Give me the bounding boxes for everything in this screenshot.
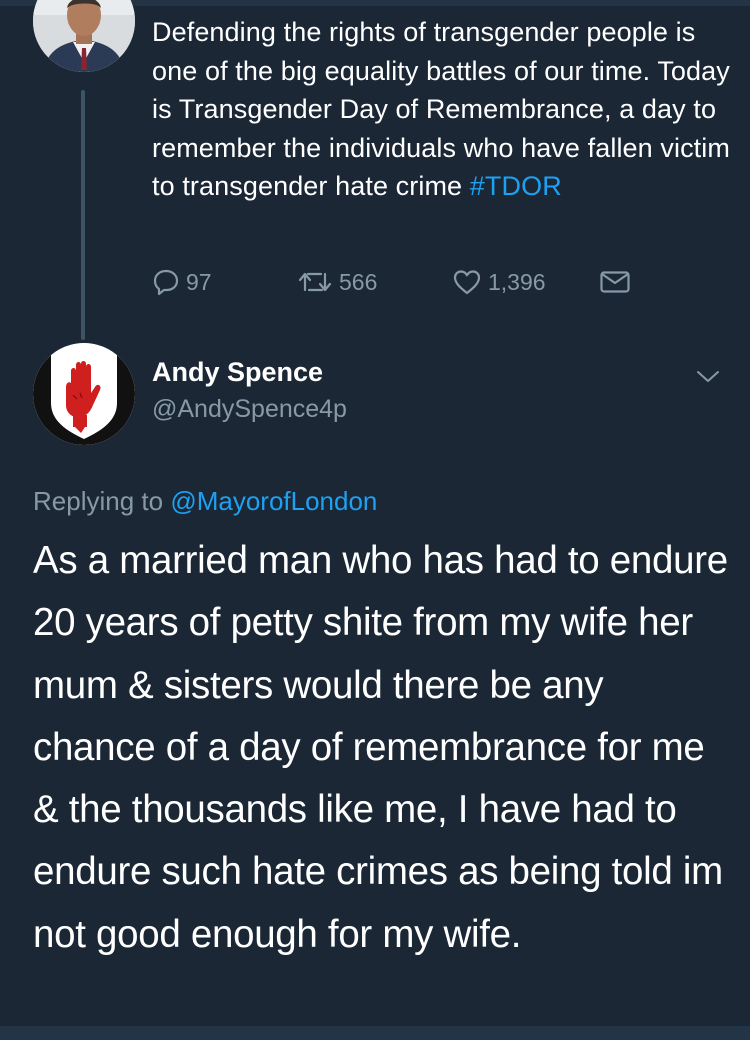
heart-icon: [452, 268, 482, 296]
hashtag-link[interactable]: #TDOR: [470, 171, 562, 201]
envelope-icon: [599, 268, 631, 296]
like-button[interactable]: 1,396: [452, 264, 546, 300]
author-handle[interactable]: @AndySpence4p: [152, 395, 347, 424]
author-name[interactable]: Andy Spence: [152, 357, 323, 388]
reply-count: 97: [186, 268, 212, 295]
reply-tweet-text: As a married man who has had to endure 2…: [33, 539, 728, 956]
like-count: 1,396: [488, 268, 546, 295]
profile-photo: [33, 0, 135, 72]
replying-label: Replying to: [33, 486, 171, 516]
message-button[interactable]: [599, 264, 631, 300]
avatar[interactable]: [33, 0, 135, 72]
tweet-actions: 97 566 1,396: [152, 264, 712, 300]
replying-to: Replying to @MayorofLondon: [33, 486, 377, 517]
thread-line: [81, 90, 85, 340]
avatar[interactable]: [33, 343, 135, 445]
retweet-button[interactable]: 566: [297, 264, 377, 300]
bottom-edge: [0, 1026, 750, 1040]
parent-tweet-text: Defending the rights of transgender peop…: [152, 13, 742, 206]
reply-icon: [152, 268, 180, 296]
chevron-down-icon[interactable]: [694, 362, 722, 390]
parent-tweet-body: Defending the rights of transgender peop…: [152, 17, 730, 201]
red-hand-icon: [33, 343, 135, 445]
reply-button[interactable]: 97: [152, 264, 212, 300]
retweet-icon: [297, 268, 333, 296]
mention-link[interactable]: @MayorofLondon: [170, 486, 377, 516]
retweet-count: 566: [339, 268, 378, 295]
